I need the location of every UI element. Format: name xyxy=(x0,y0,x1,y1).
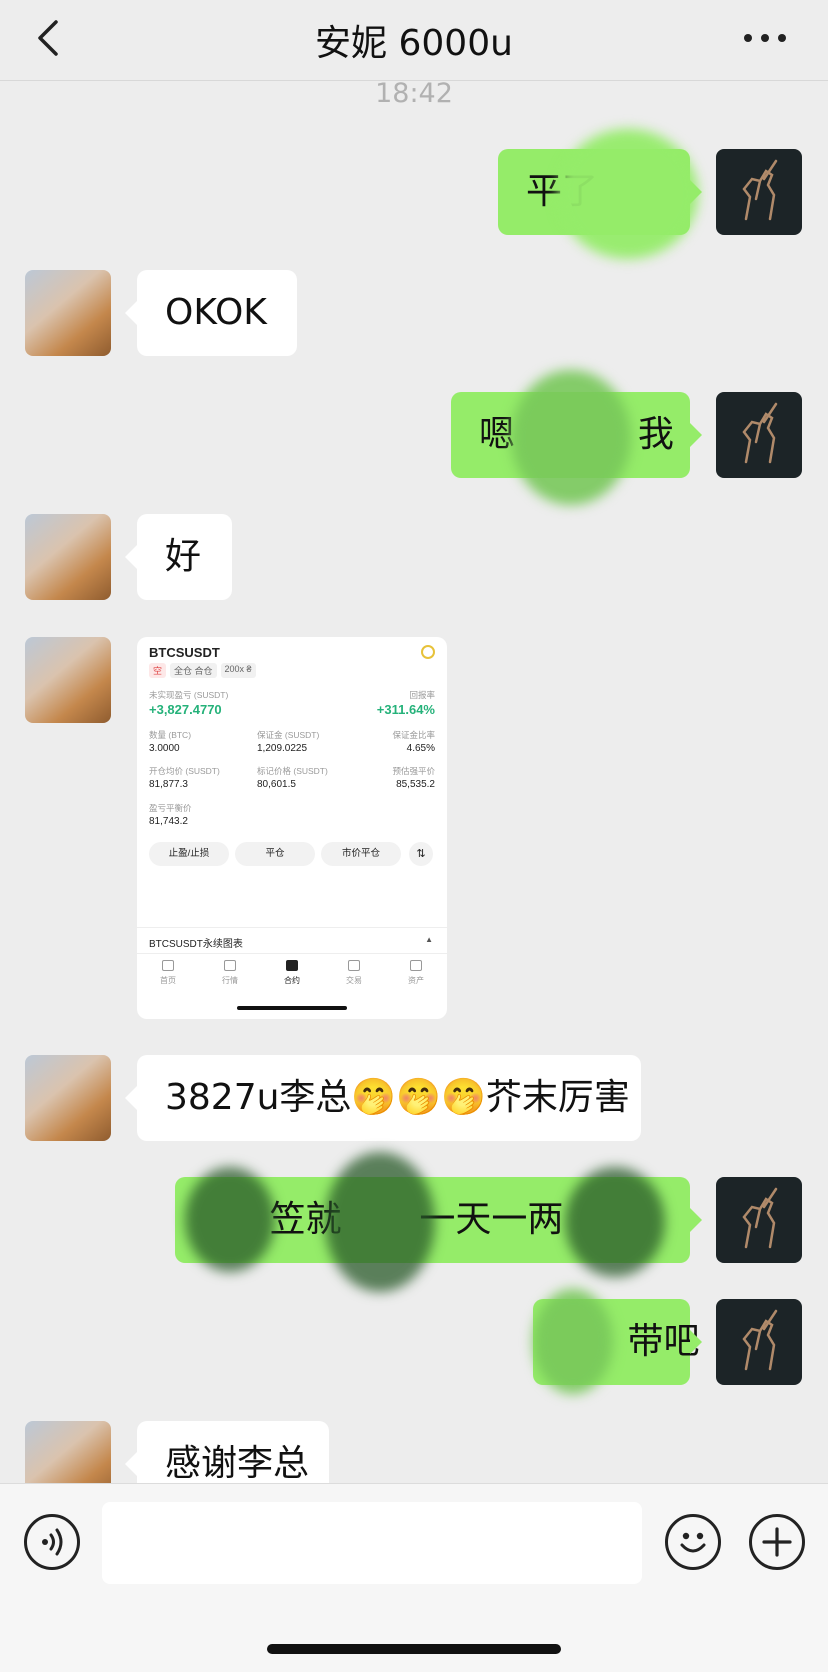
emoji-button[interactable] xyxy=(665,1514,721,1570)
nav-label: 交易 xyxy=(346,976,362,985)
avatar-self[interactable] xyxy=(716,1299,802,1385)
chat-title: 安妮 6000u xyxy=(315,23,513,64)
avatar-self[interactable] xyxy=(716,1177,802,1263)
leverage-tag: 200x ₴ xyxy=(220,663,256,678)
voice-wave-icon xyxy=(42,1528,63,1556)
wallet-icon xyxy=(410,960,422,971)
message-text: 感谢李总 xyxy=(165,1443,310,1484)
swap-arrows-icon: ⇅ xyxy=(409,842,433,866)
message-bubble-received[interactable]: OKOK xyxy=(125,270,297,356)
nav-label: 行情 xyxy=(222,976,238,985)
more-options-icon[interactable] xyxy=(740,28,790,48)
mark-value: 80,601.5 xyxy=(257,779,296,790)
margin-ratio-value: 4.65% xyxy=(406,743,435,754)
message-input[interactable] xyxy=(102,1502,642,1584)
horse-logo-icon xyxy=(742,1187,778,1249)
redaction-scribble xyxy=(185,1167,275,1272)
refresh-icon xyxy=(421,645,435,659)
entry-label: 开仓均价 (SUSDT) xyxy=(149,766,220,776)
roe-label: 回报率 xyxy=(409,690,435,700)
redaction-scribble xyxy=(565,1167,665,1277)
system-home-indicator[interactable] xyxy=(267,1644,561,1654)
nav-label: 资产 xyxy=(408,976,424,985)
smiley-icon xyxy=(680,1532,706,1553)
home-icon xyxy=(162,960,174,971)
chart-toggle-bar: BTCSUSDT永续图表 ▲ xyxy=(137,927,447,954)
short-tag: 空 xyxy=(149,663,167,678)
collapse-caret-icon: ▲ xyxy=(425,935,433,944)
qty-value: 3.0000 xyxy=(149,743,180,754)
chart-label: BTCSUSDT永续图表 xyxy=(149,939,243,950)
market-close-button: 市价平仓 xyxy=(321,842,401,866)
qty-label: 数量 (BTC) xyxy=(149,730,192,740)
tp-sl-button: 止盈/止损 xyxy=(149,842,229,866)
voice-input-button[interactable] xyxy=(24,1514,80,1570)
nav-label: 首页 xyxy=(160,976,176,985)
unrealized-value: +3,827.4770 xyxy=(149,702,222,717)
nav-assets: 资产 xyxy=(385,954,447,998)
avatar-self[interactable] xyxy=(716,392,802,478)
message-text: 好 xyxy=(165,536,202,577)
nav-futures: 合约 xyxy=(261,954,323,998)
avatar-contact[interactable] xyxy=(25,637,111,723)
margin-label: 保证金 (SUSDT) xyxy=(257,730,320,740)
message-text: 3827u李总🤭🤭🤭芥末厉害 xyxy=(165,1077,630,1118)
position-tags: 空 全仓 合仓 200x ₴ xyxy=(149,663,256,678)
entry-value: 81,877.3 xyxy=(149,779,188,790)
message-bubble-sent[interactable]: 嗯 我 xyxy=(451,370,702,505)
message-bubble-received[interactable]: 好 xyxy=(125,514,232,600)
nav-trade: 交易 xyxy=(323,954,385,998)
bar-chart-icon xyxy=(224,960,236,971)
margin-value: 1,209.0225 xyxy=(257,743,308,754)
image-message-trading-screenshot[interactable]: BTCSUSDT 空 全仓 合仓 200x ₴ 未实现盈亏 (SUSDT) +3… xyxy=(137,637,447,1019)
message-text-start: 嗯 xyxy=(479,414,516,455)
app-bottom-nav: 首页 行情 合约 交易 资产 xyxy=(137,953,447,998)
close-position-button: 平仓 xyxy=(235,842,315,866)
chat-header: 安妮 6000u xyxy=(0,0,828,81)
liq-value: 85,535.2 xyxy=(396,779,435,790)
plus-icon xyxy=(762,1527,792,1557)
message-text-start: 笠就 xyxy=(269,1199,342,1240)
nav-label: 合约 xyxy=(284,976,300,985)
breakeven-label: 盈亏平衡价 xyxy=(149,803,192,813)
message-text: 带吧 xyxy=(627,1321,700,1362)
message-bubble-sent[interactable]: 带吧 xyxy=(533,1289,702,1394)
margin-mode-tag: 全仓 合仓 xyxy=(170,663,217,678)
avatar-contact[interactable] xyxy=(25,1055,111,1141)
message-text: 平了 xyxy=(526,171,599,212)
symbol-label: BTCSUSDT xyxy=(149,645,220,660)
message-text: OKOK xyxy=(165,292,267,333)
horse-logo-icon xyxy=(742,159,778,221)
liq-label: 预估强平价 xyxy=(392,766,435,776)
more-functions-button[interactable] xyxy=(749,1514,805,1570)
redaction-scribble xyxy=(533,1289,613,1394)
exchange-icon xyxy=(348,960,360,971)
horse-logo-icon xyxy=(742,402,778,464)
contract-icon xyxy=(286,960,298,971)
nav-markets: 行情 xyxy=(199,954,261,998)
breakeven-value: 81,743.2 xyxy=(149,816,188,827)
message-bubble-sent[interactable]: 笠就 一天一两 xyxy=(175,1152,702,1292)
home-indicator xyxy=(237,1006,347,1010)
roe-value: +311.64% xyxy=(376,702,435,717)
message-timestamp: 18:42 xyxy=(375,78,453,109)
message-text-end: 我 xyxy=(637,414,674,455)
unrealized-label: 未实现盈亏 (SUSDT) xyxy=(149,690,229,700)
horse-logo-icon xyxy=(742,1309,778,1371)
message-bubble-received[interactable]: 3827u李总🤭🤭🤭芥末厉害 xyxy=(125,1055,641,1141)
avatar-self[interactable] xyxy=(716,149,802,235)
mark-label: 标记价格 (SUSDT) xyxy=(257,766,328,776)
message-text-end: 一天一两 xyxy=(419,1199,564,1240)
message-bubble-sent[interactable]: 平了 xyxy=(498,129,702,259)
avatar-contact[interactable] xyxy=(25,270,111,356)
nav-home: 首页 xyxy=(137,954,199,998)
redaction-scribble xyxy=(511,370,631,505)
margin-ratio-label: 保证金比率 xyxy=(392,730,435,740)
avatar-contact[interactable] xyxy=(25,514,111,600)
